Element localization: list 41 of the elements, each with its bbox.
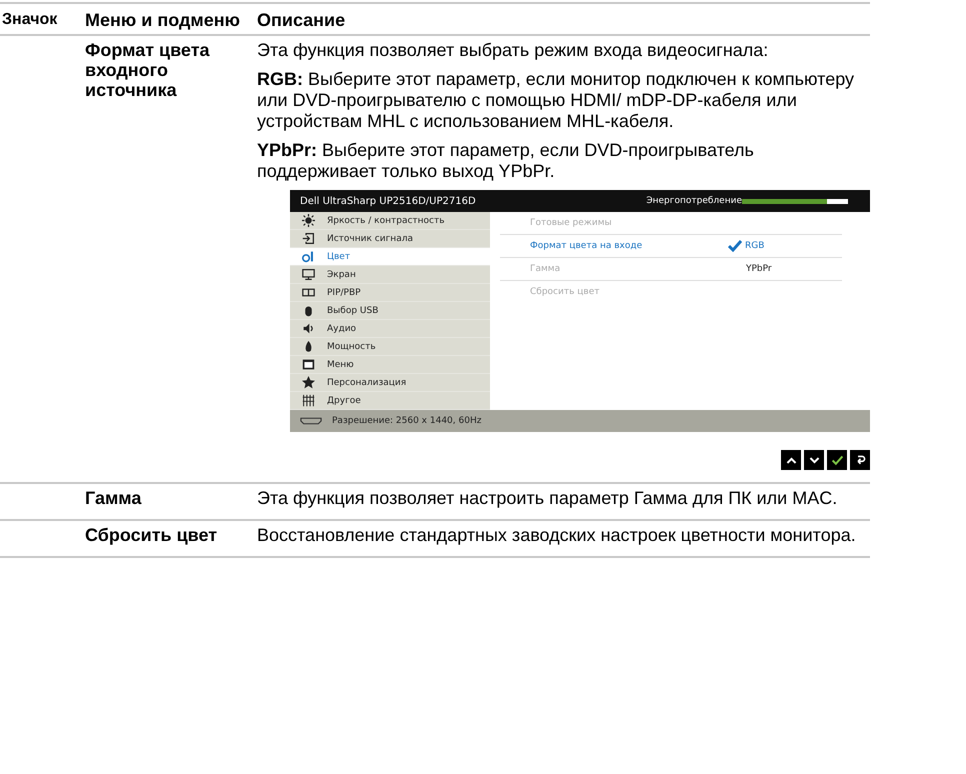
checkmark-icon — [728, 240, 742, 252]
osd-menu-item[interactable]: Меню — [290, 356, 490, 374]
description-text: Эта функция позволяет настроить параметр Гамма для ПК или MAC. — [257, 488, 838, 509]
menu-window-icon — [302, 358, 315, 371]
menu-name: Гамма — [85, 488, 142, 510]
column-header: Значок — [1, 10, 58, 30]
osd-option[interactable]: YPbPr — [728, 264, 772, 274]
osd-menu-item[interactable]: Цвет — [290, 248, 490, 266]
osd-menu-item[interactable]: Выбор USB — [290, 302, 490, 320]
osd-menu-item[interactable]: Яркость / контрастность — [290, 212, 490, 230]
osd-menu-item[interactable]: PIP/PBP — [290, 284, 490, 302]
split-screen-icon — [302, 286, 315, 299]
speaker-icon — [302, 322, 315, 335]
monitor-model-title: Dell UltraSharp UP2516D/UP2716D — [300, 196, 477, 206]
osd-menu-item[interactable]: Персонализация — [290, 374, 490, 392]
menu-name: Сбросить цвет — [85, 525, 218, 547]
checkmark-button[interactable] — [827, 450, 847, 470]
up-arrow-button[interactable] — [781, 450, 801, 470]
grid-icon — [302, 394, 315, 407]
connector-icon — [300, 417, 322, 425]
osd-menu-item[interactable]: Экран — [290, 266, 490, 284]
star-icon — [302, 376, 315, 389]
description-text: Эта функция позволяет выбрать режим входа видеосигнала: — [257, 40, 770, 61]
monitor-icon — [302, 268, 315, 281]
description-text: RGB: Выберите этот параметр, если монитор подключен к компьютеру или DVD-проигрывателю с помощью HDMI/ mDP-DP-кабеля или устройствам MHL с использованием MHL-кабеля. — [257, 69, 856, 132]
osd-menu-item[interactable]: Мощность — [290, 338, 490, 356]
sun-icon — [302, 214, 315, 227]
description-text: Восстановление стандартных заводских настроек цветности монитора. — [257, 525, 857, 546]
menu-name: Формат цвета входного источника — [85, 40, 211, 102]
column-header: Описание — [257, 10, 346, 30]
checkmark-icon — [830, 454, 844, 466]
osd-option[interactable]: RGB — [728, 240, 764, 252]
down-arrow-button[interactable] — [804, 450, 824, 470]
description-text: YPbPr: Выберите этот параметр, если DVD-проигрыватель поддерживает только выход YPbPr. — [257, 140, 755, 182]
osd-submenu-item[interactable]: Формат цвета на входе — [500, 241, 690, 251]
column-header: Меню и подменю — [85, 10, 241, 30]
osd-menu-item[interactable]: Аудио — [290, 320, 490, 338]
power-label: Энергопотребление — [646, 196, 742, 206]
back-arrow-button[interactable] — [850, 450, 870, 470]
resolution-text: Разрешение: 2560 x 1440, 60Hz — [332, 416, 482, 426]
input-arrow-icon — [302, 232, 315, 245]
